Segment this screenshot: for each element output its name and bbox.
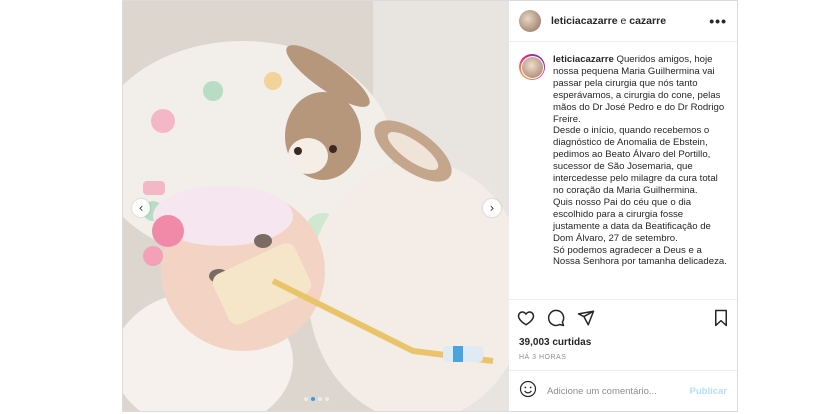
instagram-post: ‹ › leticiacazarre e cazarre ••• leticia… [122,0,738,412]
caption-area: leticiacazarre Queridos amigos, hoje nos… [509,42,737,300]
carousel-dot [317,397,322,401]
carousel-dot [324,397,329,401]
comment-button[interactable] [547,309,565,327]
comment-icon [547,309,565,327]
story-avatar[interactable] [519,54,545,80]
caption-username[interactable]: leticiacazarre [553,54,614,65]
like-button[interactable] [517,309,535,327]
photo-illustration [123,1,509,411]
bookmark-icon [715,309,727,327]
caption-text: leticiacazarre Queridos amigos, hoje nos… [553,54,727,299]
caption-paragraph: Quis nosso Pai do céu que o dia escolhid… [553,196,711,244]
likes-count[interactable]: 39,003 curtidas [509,336,737,350]
save-button[interactable] [713,309,729,327]
carousel-indicator [123,397,509,401]
publish-button[interactable]: Publicar [690,386,728,397]
post-photo[interactable]: ‹ › [123,1,509,411]
avatar[interactable] [519,10,541,32]
chevron-left-icon: ‹ [138,201,144,215]
author-connector: e [620,15,627,27]
author-link[interactable]: leticiacazarre [551,15,618,27]
heart-icon [517,311,535,326]
post-sidebar: leticiacazarre e cazarre ••• leticiacaza… [509,1,737,411]
carousel-dot-active [310,397,315,401]
post-timestamp[interactable]: HÁ 3 HORAS [509,350,737,371]
avatar [520,55,544,79]
more-options-icon[interactable]: ••• [709,13,727,29]
send-icon [577,310,595,326]
emoji-icon [519,380,537,397]
comment-input[interactable] [545,384,682,398]
caption-paragraph: Desde o início, quando recebemos o diagn… [553,125,718,196]
share-button[interactable] [577,309,595,327]
carousel-dot [303,397,308,401]
previous-photo-button[interactable]: ‹ [132,199,150,217]
coauthor-link[interactable]: cazarre [629,15,666,27]
emoji-button[interactable] [519,380,537,403]
post-header: leticiacazarre e cazarre ••• [509,1,737,42]
chevron-right-icon: › [489,201,495,215]
action-bar [509,300,737,336]
caption-paragraph: Só podemos agradecer a Deus e a Nossa Se… [553,244,727,268]
next-photo-button[interactable]: › [483,199,501,217]
comment-bar: Publicar [509,371,737,411]
post-authors: leticiacazarre e cazarre [551,15,709,27]
